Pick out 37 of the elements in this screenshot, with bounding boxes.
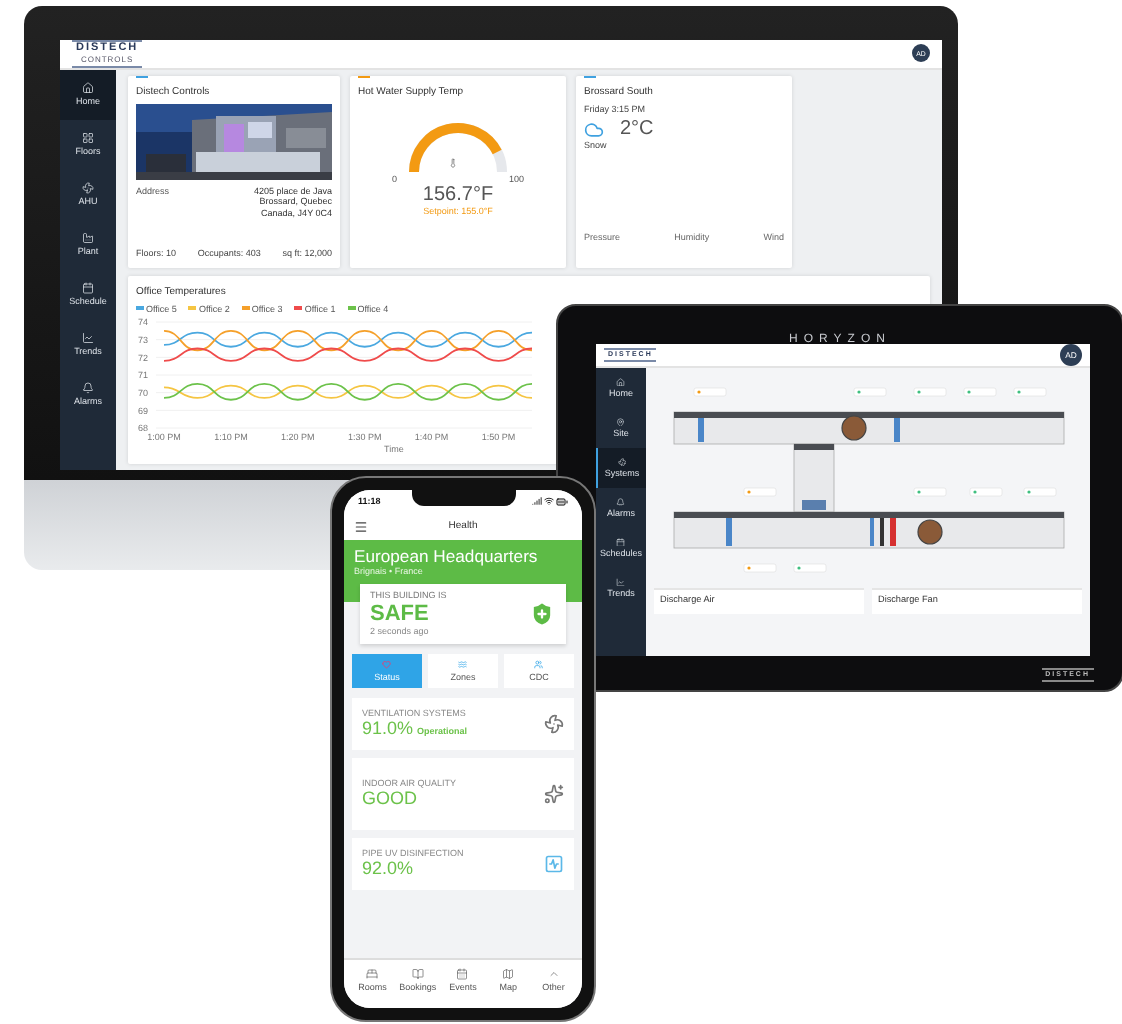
building-name: European Headquarters — [354, 548, 540, 567]
calendar-icon — [616, 537, 626, 547]
fan-icon — [544, 714, 564, 735]
chart-icon — [616, 577, 626, 587]
card-value: 91.0% — [362, 720, 414, 740]
waves-icon — [458, 660, 468, 670]
thermometer-icon — [448, 157, 458, 167]
bell-icon — [616, 497, 626, 507]
card-value: 92.0% — [362, 860, 414, 880]
chart-icon — [82, 332, 94, 344]
people-icon — [534, 660, 544, 670]
signal-icon — [532, 496, 542, 506]
book-icon — [411, 968, 424, 980]
cloud-icon — [584, 119, 604, 140]
map-icon — [502, 968, 515, 980]
home-icon — [616, 377, 626, 387]
home-icon — [82, 82, 94, 94]
temperature: 2°C — [620, 118, 654, 141]
sparkle-icon — [544, 784, 564, 805]
battery-icon — [556, 495, 568, 507]
status: SAFE — [370, 602, 431, 627]
wifi-icon — [544, 496, 554, 506]
grid-icon — [82, 132, 94, 144]
bell-icon — [82, 382, 94, 394]
pin-icon — [616, 417, 626, 427]
menu-icon[interactable] — [354, 519, 368, 533]
factory-icon — [82, 232, 94, 244]
calendar-icon — [456, 968, 469, 980]
shield-icon — [528, 600, 556, 629]
gauge-value: 156.7°F — [422, 184, 494, 207]
calendar-icon — [82, 282, 94, 294]
caret-icon — [547, 968, 560, 980]
card-value: GOOD — [362, 790, 418, 810]
fan-icon — [82, 182, 94, 194]
notch — [412, 490, 516, 506]
fan-icon — [617, 457, 627, 467]
heart-icon — [382, 660, 392, 670]
